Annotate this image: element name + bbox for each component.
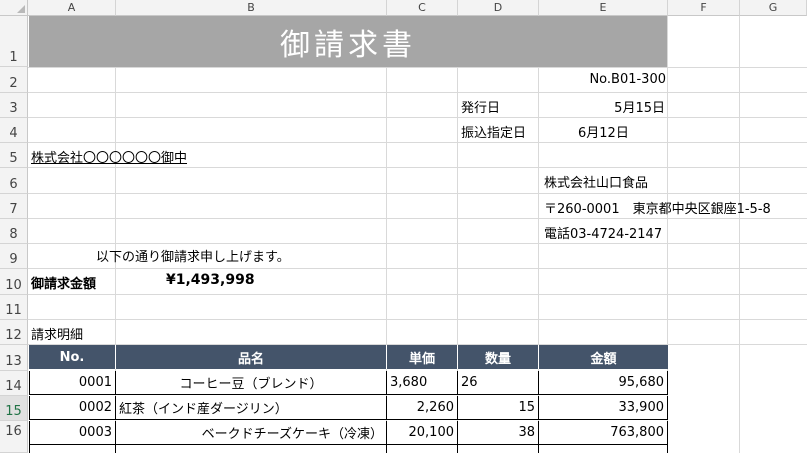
grid-line <box>28 117 807 118</box>
row-header-13[interactable]: 13 <box>0 345 28 371</box>
invoice-number[interactable]: No.B01-300 <box>589 72 666 87</box>
issue-date-label[interactable]: 発行日 <box>461 97 500 116</box>
table-cell-qty[interactable]: 38 <box>458 421 539 445</box>
recipient-name[interactable]: 株式会社〇〇〇〇〇〇御中 <box>31 147 187 166</box>
grid-line <box>28 193 807 194</box>
amount-value[interactable]: ¥1,493,998 <box>166 272 255 288</box>
grid-line <box>28 218 807 219</box>
row-header-6[interactable]: 6 <box>0 168 28 194</box>
grid-line <box>28 142 807 143</box>
table-header-no[interactable]: No. <box>29 345 116 369</box>
table-cell-no[interactable]: 0003 <box>29 421 116 445</box>
table-divider <box>667 445 668 453</box>
sender-name[interactable]: 株式会社山口食品 <box>544 172 648 191</box>
row-header-3[interactable]: 3 <box>0 93 28 118</box>
row-header-7[interactable]: 7 <box>0 194 28 219</box>
row-header-16[interactable]: 16 <box>0 421 28 453</box>
table-header-amount[interactable]: 金額 <box>539 345 668 369</box>
row-header-5[interactable]: 5 <box>0 143 28 168</box>
row-header-2[interactable]: 2 <box>0 67 28 93</box>
row-header-4[interactable]: 4 <box>0 118 28 143</box>
row-header-11[interactable]: 11 <box>0 295 28 320</box>
grid-line <box>739 16 740 453</box>
grid-line <box>28 167 807 168</box>
row-header-9[interactable]: 9 <box>0 244 28 269</box>
row-header-1[interactable]: 1 <box>0 16 28 67</box>
details-label[interactable]: 請求明細 <box>31 324 83 343</box>
column-header-b[interactable]: B <box>116 0 387 16</box>
table-cell-qty[interactable]: 15 <box>458 396 539 420</box>
transfer-date-value[interactable]: 6月12日 <box>578 122 629 141</box>
table-header-price[interactable]: 単価 <box>387 345 458 369</box>
grid-line <box>28 294 807 295</box>
row-header-8[interactable]: 8 <box>0 219 28 244</box>
grid-line <box>28 92 807 93</box>
sender-phone[interactable]: 電話03-4724-2147 <box>544 223 662 242</box>
table-cell-amount[interactable]: 95,680 <box>539 371 668 395</box>
grid-line <box>28 243 807 244</box>
table-cell-no[interactable]: 0001 <box>29 371 116 395</box>
row-header-15[interactable]: 15 <box>0 396 28 421</box>
table-header-item[interactable]: 品名 <box>116 345 387 369</box>
table-cell-amount[interactable]: 33,900 <box>539 396 668 420</box>
table-cell-no[interactable]: 0002 <box>29 396 116 420</box>
table-cell-item[interactable]: ベークドチーズケーキ（冷凍） <box>116 421 387 445</box>
spreadsheet: A B C D E F G 1 2 3 4 5 6 7 8 9 10 11 12… <box>0 0 807 453</box>
table-cell-price[interactable]: 2,260 <box>387 396 458 420</box>
row-header-10[interactable]: 10 <box>0 269 28 295</box>
table-header-qty[interactable]: 数量 <box>458 345 539 369</box>
table-divider <box>457 445 458 453</box>
select-all-corner[interactable] <box>0 0 28 16</box>
sender-address[interactable]: 〒260-0001 東京都中央区銀座1-5-8 <box>544 198 771 217</box>
table-cell-amount[interactable]: 763,800 <box>539 421 668 445</box>
table-cell-item[interactable]: 紅茶（インド産ダージリン） <box>116 396 387 420</box>
invoice-title[interactable]: 御請求書 <box>29 16 667 67</box>
issue-date-value[interactable]: 5月15日 <box>614 97 665 116</box>
column-header-f[interactable]: F <box>668 0 740 16</box>
column-header-c[interactable]: C <box>387 0 458 16</box>
column-header-d[interactable]: D <box>458 0 539 16</box>
grid-line <box>28 268 807 269</box>
row-header-12[interactable]: 12 <box>0 320 28 345</box>
table-cell-item[interactable]: コーヒー豆（ブレンド） <box>116 371 387 395</box>
column-header-g[interactable]: G <box>740 0 807 16</box>
invoice-message[interactable]: 以下の通り御請求申し上げます。 <box>96 246 290 265</box>
grid-line <box>28 319 807 320</box>
table-cell-qty[interactable]: 26 <box>458 371 539 395</box>
grid-line <box>28 67 807 68</box>
table-divider <box>386 445 387 453</box>
table-divider <box>115 445 116 453</box>
table-cell-price[interactable]: 3,680 <box>387 371 458 395</box>
table-cell-price[interactable]: 20,100 <box>387 421 458 445</box>
table-divider <box>538 445 539 453</box>
amount-label[interactable]: 御請求金額 <box>31 273 96 292</box>
column-header-a[interactable]: A <box>28 0 116 16</box>
table-row-partial <box>29 445 668 453</box>
column-header-e[interactable]: E <box>539 0 668 16</box>
row-header-14[interactable]: 14 <box>0 371 28 396</box>
transfer-date-label[interactable]: 振込指定日 <box>461 122 526 141</box>
